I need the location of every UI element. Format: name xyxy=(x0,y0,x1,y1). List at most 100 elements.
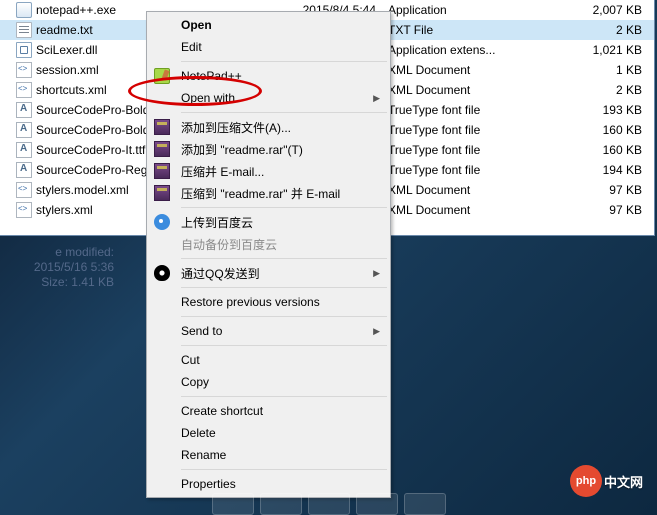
menu-label: 压缩并 E-mail... xyxy=(175,163,388,180)
file-icon xyxy=(16,82,32,98)
menu-item[interactable]: 添加到 "readme.rar"(T) xyxy=(149,138,388,160)
menu-label: Properties xyxy=(175,477,388,491)
menu-label: NotePad++ xyxy=(175,69,388,83)
menu-separator xyxy=(181,258,387,259)
menu-item[interactable]: 上传到百度云 xyxy=(149,211,388,233)
menu-item[interactable]: 压缩到 "readme.rar" 并 E-mail xyxy=(149,182,388,204)
dock-item[interactable] xyxy=(308,493,350,515)
menu-label: Cut xyxy=(175,353,388,367)
file-size: 97 KB xyxy=(528,183,654,197)
menu-item[interactable]: 通过QQ发送到▶ xyxy=(149,262,388,284)
watermark-badge: php 中文网 xyxy=(570,465,643,497)
file-type: XML Document xyxy=(388,203,528,217)
i-np-icon xyxy=(149,68,175,84)
dock-item[interactable] xyxy=(212,493,254,515)
size-value: 1.41 KB xyxy=(71,275,114,289)
i-rar-icon xyxy=(149,163,175,179)
file-icon xyxy=(16,22,32,38)
menu-label: 添加到压缩文件(A)... xyxy=(175,119,388,136)
file-icon xyxy=(16,42,32,58)
file-size: 2,007 KB xyxy=(528,3,654,17)
badge-text: 中文网 xyxy=(604,472,643,491)
file-icon xyxy=(16,2,32,18)
i-bd-icon xyxy=(149,214,175,230)
menu-label: 压缩到 "readme.rar" 并 E-mail xyxy=(175,185,388,202)
file-size: 97 KB xyxy=(528,203,654,217)
menu-label: Rename xyxy=(175,448,388,462)
i-rar-icon xyxy=(149,119,175,135)
i-qq-icon xyxy=(149,265,175,281)
taskbar-dock xyxy=(212,493,446,515)
file-type: TrueType font file xyxy=(388,103,528,117)
menu-separator xyxy=(181,396,387,397)
file-type: Application xyxy=(388,3,528,17)
menu-item[interactable]: Open xyxy=(149,14,388,36)
menu-label: 添加到 "readme.rar"(T) xyxy=(175,141,388,158)
menu-label: Send to xyxy=(175,324,388,338)
menu-label: 通过QQ发送到 xyxy=(175,265,388,282)
menu-item[interactable]: Rename xyxy=(149,444,388,466)
menu-label: Copy xyxy=(175,375,388,389)
file-size: 160 KB xyxy=(528,143,654,157)
menu-item[interactable]: Restore previous versions xyxy=(149,291,388,313)
menu-label: 上传到百度云 xyxy=(175,214,388,231)
menu-label: Restore previous versions xyxy=(175,295,388,309)
menu-item[interactable]: Send to▶ xyxy=(149,320,388,342)
dock-item[interactable] xyxy=(404,493,446,515)
modified-label: e modified: xyxy=(55,245,114,259)
file-icon xyxy=(16,162,32,178)
size-label: Size: xyxy=(41,275,68,289)
file-size: 2 KB xyxy=(528,23,654,37)
file-size: 1 KB xyxy=(528,63,654,77)
menu-separator xyxy=(181,287,387,288)
menu-item[interactable]: Create shortcut xyxy=(149,400,388,422)
menu-label: Delete xyxy=(175,426,388,440)
submenu-arrow-icon: ▶ xyxy=(373,326,380,337)
file-icon xyxy=(16,202,32,218)
file-icon xyxy=(16,142,32,158)
dock-item[interactable] xyxy=(260,493,302,515)
i-rar-icon xyxy=(149,141,175,157)
file-type: TrueType font file xyxy=(388,163,528,177)
file-type: Application extens... xyxy=(388,43,528,57)
submenu-arrow-icon: ▶ xyxy=(373,93,380,104)
menu-label: Open xyxy=(175,18,388,32)
file-size: 1,021 KB xyxy=(528,43,654,57)
menu-item[interactable]: Delete xyxy=(149,422,388,444)
menu-item[interactable]: Open with▶ xyxy=(149,87,388,109)
menu-separator xyxy=(181,61,387,62)
menu-item[interactable]: Cut xyxy=(149,349,388,371)
file-size: 193 KB xyxy=(528,103,654,117)
file-type: TrueType font file xyxy=(388,123,528,137)
menu-separator xyxy=(181,316,387,317)
menu-item[interactable]: 添加到压缩文件(A)... xyxy=(149,116,388,138)
php-logo-icon: php xyxy=(570,465,602,497)
file-size: 2 KB xyxy=(528,83,654,97)
file-icon xyxy=(16,122,32,138)
file-icon xyxy=(16,102,32,118)
file-type: XML Document xyxy=(388,183,528,197)
file-size: 160 KB xyxy=(528,123,654,137)
menu-separator xyxy=(181,469,387,470)
file-icon xyxy=(16,62,32,78)
context-menu[interactable]: Open Edit NotePad++ Open with▶ 添加到压缩文件(A)...… xyxy=(146,11,391,498)
file-icon xyxy=(16,182,32,198)
menu-item[interactable]: NotePad++ xyxy=(149,65,388,87)
menu-label: Create shortcut xyxy=(175,404,388,418)
menu-label: 自动备份到百度云 xyxy=(175,236,388,253)
file-type: XML Document xyxy=(388,83,528,97)
menu-separator xyxy=(181,345,387,346)
menu-item[interactable]: 压缩并 E-mail... xyxy=(149,160,388,182)
submenu-arrow-icon: ▶ xyxy=(373,268,380,279)
menu-item: 自动备份到百度云 xyxy=(149,233,388,255)
file-type: TXT File xyxy=(388,23,528,37)
menu-separator xyxy=(181,112,387,113)
menu-item[interactable]: Edit xyxy=(149,36,388,58)
modified-value: 2015/5/16 5:36 xyxy=(34,260,114,274)
menu-separator xyxy=(181,207,387,208)
dock-item[interactable] xyxy=(356,493,398,515)
menu-item[interactable]: Properties xyxy=(149,473,388,495)
menu-item[interactable]: Copy xyxy=(149,371,388,393)
i-rar-icon xyxy=(149,185,175,201)
details-pane: e modified: 2015/5/16 5:36 Size: 1.41 KB xyxy=(0,245,114,290)
